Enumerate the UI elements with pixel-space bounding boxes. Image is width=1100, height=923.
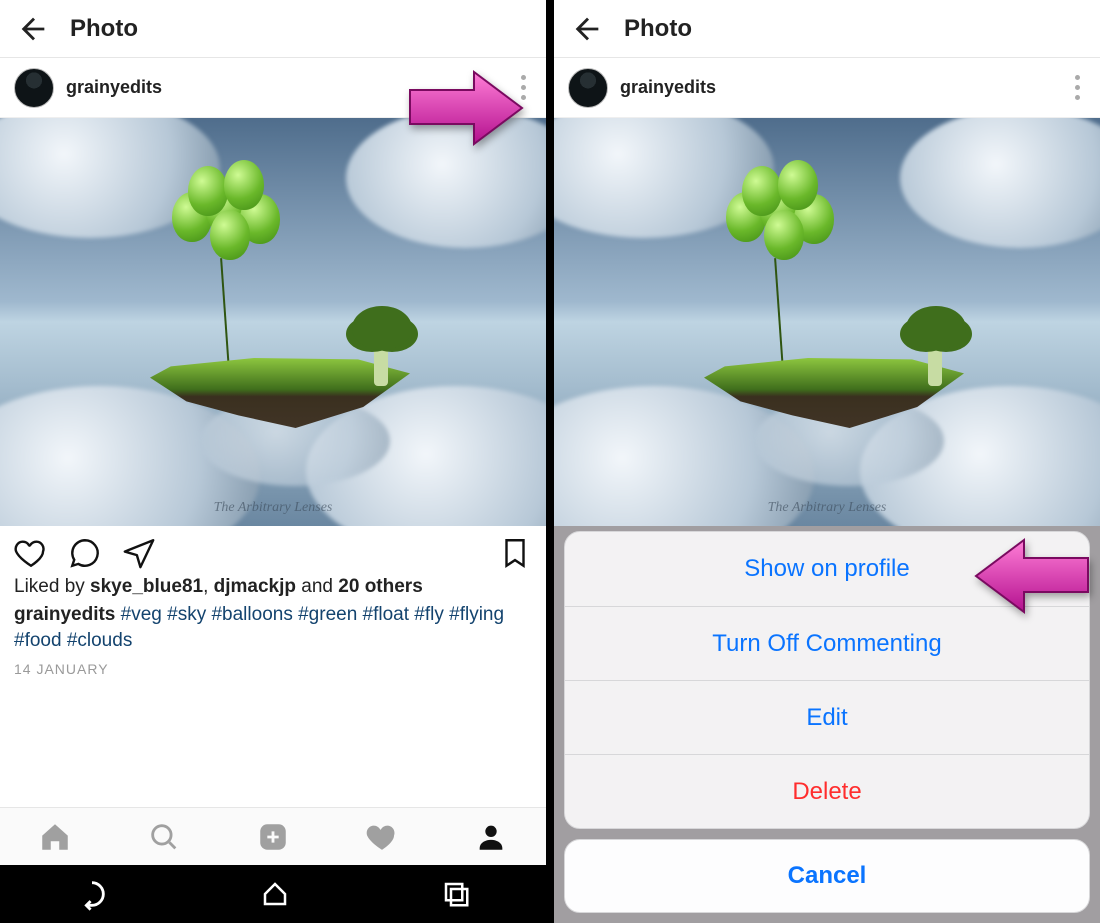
post-username[interactable]: grainyedits [66,77,514,98]
action-sheet: Show on profile Turn Off Commenting Edit… [554,521,1100,923]
header-title: Photo [624,15,692,43]
phone-right: Photo grainyedits The Arbitr [554,0,1100,923]
home-icon[interactable] [38,820,72,854]
watermark-text: The Arbitrary Lenses [214,500,333,516]
android-home-icon[interactable] [260,879,290,909]
more-options-icon[interactable] [1068,73,1086,103]
app-header: Photo [0,0,546,58]
like-icon[interactable] [14,536,48,570]
post-header: grainyedits [554,58,1100,118]
android-recent-icon[interactable] [441,879,471,909]
post-photo[interactable]: The Arbitrary Lenses [0,118,546,526]
app-header: Photo [554,0,1100,58]
android-back-icon[interactable] [75,877,109,911]
likes-line[interactable]: Liked by skye_blue81, djmackjp and 20 ot… [0,572,546,600]
sheet-cancel[interactable]: Cancel [564,839,1090,913]
back-icon[interactable] [570,12,604,46]
bottom-nav [0,807,546,865]
sheet-delete[interactable]: Delete [565,754,1089,828]
profile-icon[interactable] [474,820,508,854]
post-username[interactable]: grainyedits [620,77,1068,98]
post-photo[interactable]: The Arbitrary Lenses [554,118,1100,526]
sheet-edit[interactable]: Edit [565,680,1089,754]
more-options-icon[interactable] [514,73,532,103]
comment-icon[interactable] [68,536,102,570]
avatar[interactable] [14,68,54,108]
avatar[interactable] [568,68,608,108]
watermark-text: The Arbitrary Lenses [768,500,887,516]
sheet-turn-off-commenting[interactable]: Turn Off Commenting [565,606,1089,680]
header-title: Photo [70,15,138,43]
broccoli-tree [906,306,962,386]
post-actions [0,526,546,572]
divider [546,0,554,923]
add-post-icon[interactable] [256,820,290,854]
bookmark-icon[interactable] [498,536,532,570]
back-icon[interactable] [16,12,50,46]
post-caption[interactable]: grainyedits #veg #sky #balloons #green #… [0,600,546,657]
post-header: grainyedits [0,58,546,118]
phone-left: Photo grainyedits The Arbitr [0,0,546,923]
sheet-show-on-profile[interactable]: Show on profile [565,532,1089,606]
broccoli-tree [352,306,408,386]
post-date: 14 JANUARY [0,657,546,691]
search-icon[interactable] [147,820,181,854]
share-icon[interactable] [122,536,156,570]
activity-icon[interactable] [365,820,399,854]
android-nav-bar [0,865,546,923]
